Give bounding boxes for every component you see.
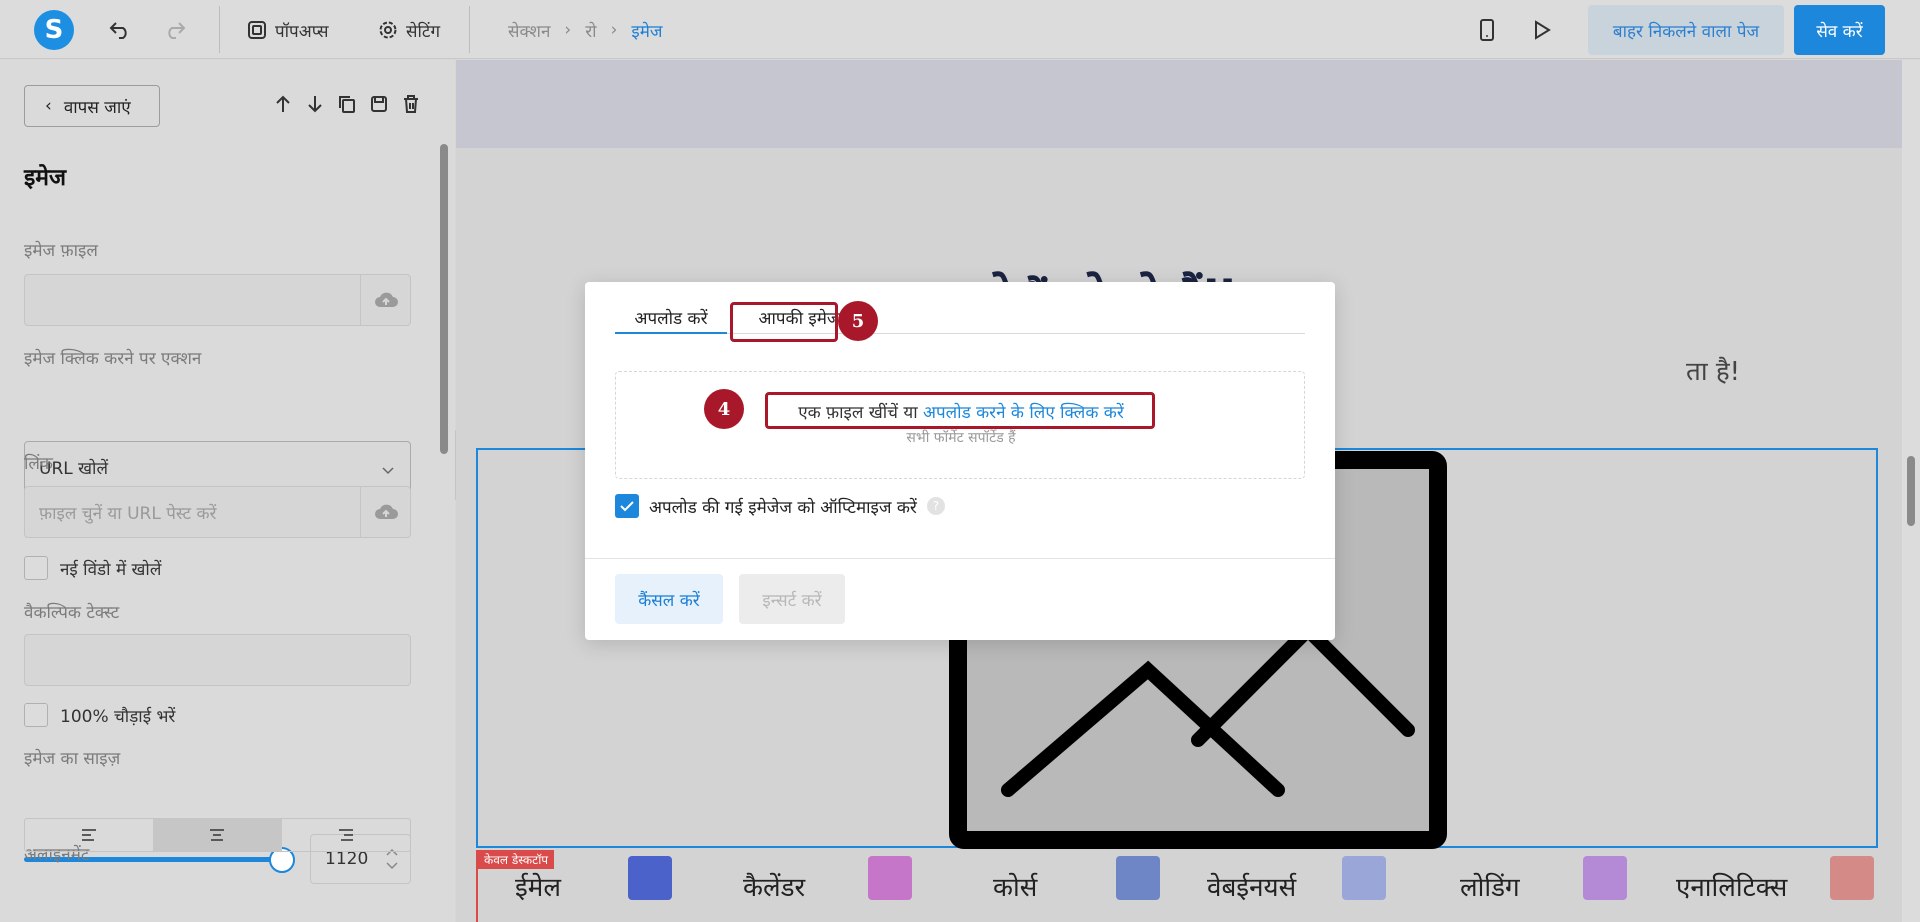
canvas-scrollbar[interactable] bbox=[1902, 60, 1920, 922]
mobile-preview-icon[interactable] bbox=[1474, 17, 1500, 43]
breadcrumb-image[interactable]: इमेज bbox=[631, 19, 662, 42]
section-band bbox=[456, 60, 1902, 148]
checkbox-box[interactable] bbox=[24, 556, 48, 580]
alt-text-label: वैकल्पिक टेक्स्ट bbox=[24, 603, 120, 623]
cloud-upload-icon[interactable] bbox=[360, 487, 410, 537]
help-icon[interactable]: ? bbox=[926, 497, 945, 515]
save-button[interactable]: सेव करें bbox=[1794, 5, 1885, 55]
trash-icon[interactable] bbox=[400, 93, 422, 115]
breadcrumb: सेक्शन › रो › इमेज bbox=[508, 18, 663, 42]
undo-icon[interactable] bbox=[107, 17, 133, 43]
desktop-only-badge: केवल डेस्कटॉप bbox=[478, 850, 555, 869]
panel-title: इमेज bbox=[24, 165, 67, 191]
step-marker-5: 5 bbox=[838, 301, 878, 341]
chevron-right-icon: › bbox=[610, 20, 618, 40]
align-right-icon[interactable] bbox=[282, 819, 410, 851]
arrow-down-icon[interactable] bbox=[304, 93, 326, 115]
top-toolbar: S पॉपअप्स सेटिंग सेक्शन › रो › इमेज बाहर… bbox=[0, 0, 1920, 59]
panel-scrollbar-thumb[interactable] bbox=[440, 144, 448, 454]
callout-box-4 bbox=[765, 392, 1155, 429]
link-label: लिंक bbox=[24, 454, 53, 474]
book-icon bbox=[1116, 856, 1160, 900]
exit-page-button[interactable]: बाहर निकलने वाला पेज bbox=[1588, 5, 1784, 55]
back-label: वापस जाएं bbox=[63, 97, 131, 118]
strip-item-webinars: वेबईनयर्स bbox=[1207, 873, 1297, 903]
cloud-upload-icon[interactable] bbox=[360, 275, 410, 325]
dialog-tabs: अपलोड करें आपकी इमेज bbox=[615, 302, 1305, 334]
tab-upload[interactable]: अपलोड करें bbox=[615, 302, 727, 334]
popups-label: पॉपअप्स bbox=[275, 21, 329, 42]
image-upload-dialog: अपलोड करें आपकी इमेज 5 एक फ़ाइल खींचें य… bbox=[585, 282, 1335, 640]
strip-item-analytics: एनालिटिक्स bbox=[1676, 873, 1788, 903]
optimize-checkbox[interactable] bbox=[615, 494, 639, 518]
optimize-label: अपलोड की गई इमेजेज को ऑप्टिमाइज करें bbox=[649, 497, 917, 518]
step-marker-4: 4 bbox=[704, 389, 744, 429]
copy-icon[interactable] bbox=[336, 93, 358, 115]
dropzone-subtext: सभी फॉर्मेट सपॉर्टेड हैं bbox=[906, 430, 1016, 446]
callout-box-5 bbox=[730, 302, 838, 342]
calendar-icon bbox=[868, 856, 912, 900]
click-action-label: इमेज क्लिक करने पर एक्शन bbox=[24, 349, 202, 369]
back-button[interactable]: ‹ वापस जाएं bbox=[24, 85, 160, 127]
desktop-only-row[interactable]: केवल डेस्कटॉप ईमेल कैलेंडर कोर्स वेबईनयर… bbox=[476, 850, 1878, 922]
save-template-icon[interactable] bbox=[368, 93, 390, 115]
chart-board-icon bbox=[1830, 856, 1874, 900]
strip-item-course: कोर्स bbox=[993, 873, 1038, 903]
chevron-left-icon: ‹ bbox=[45, 96, 52, 116]
toolbar-divider bbox=[219, 6, 220, 53]
strip-item-loading: लोडिंग bbox=[1460, 873, 1520, 903]
align-left-icon[interactable] bbox=[25, 819, 153, 851]
optimize-option[interactable]: अपलोड की गई इमेजेज को ऑप्टिमाइज करें ? bbox=[615, 494, 945, 518]
link-placeholder: फ़ाइल चुनें या URL पेस्ट करें bbox=[39, 504, 217, 524]
image-size-label: इमेज का साइज़ bbox=[24, 749, 121, 769]
canvas-subtext: ता है! bbox=[1686, 357, 1741, 387]
dialog-divider bbox=[585, 558, 1335, 559]
breadcrumb-section[interactable]: सेक्शन bbox=[508, 19, 550, 42]
checkbox-box[interactable] bbox=[24, 703, 48, 727]
element-actions bbox=[272, 93, 422, 115]
breadcrumb-row[interactable]: रो bbox=[585, 19, 596, 42]
image-file-field[interactable] bbox=[24, 274, 411, 326]
canvas-scrollbar-thumb[interactable] bbox=[1907, 456, 1915, 526]
new-window-checkbox[interactable]: नई विंडो में खोलें bbox=[24, 556, 161, 580]
alignment-group bbox=[24, 818, 411, 852]
image-file-label: इमेज फ़ाइल bbox=[24, 241, 98, 261]
insert-button[interactable]: इन्सर्ट करें bbox=[739, 574, 845, 624]
play-icon[interactable] bbox=[1529, 17, 1555, 43]
download-icon bbox=[1583, 856, 1627, 900]
new-window-label: नई विंडो में खोलें bbox=[60, 559, 162, 580]
app-logo[interactable]: S bbox=[34, 10, 74, 50]
align-center-icon[interactable] bbox=[153, 819, 282, 851]
image-size-value: 1120 bbox=[325, 849, 369, 869]
properties-panel: ‹ वापस जाएं इमेज इमेज फ़ाइल इमेज क्लिक क… bbox=[0, 60, 455, 922]
cancel-button[interactable]: कैंसल करें bbox=[615, 574, 723, 624]
link-input[interactable]: फ़ाइल चुनें या URL पेस्ट करें bbox=[24, 486, 411, 538]
settings-button[interactable]: सेटिंग bbox=[378, 16, 440, 44]
full-width-label: 100% चौड़ाई भरें bbox=[60, 706, 176, 727]
envelope-icon bbox=[628, 856, 672, 900]
chevron-down-icon bbox=[382, 460, 394, 480]
panel-scrollbar[interactable] bbox=[438, 128, 450, 922]
strip-item-email: ईमेल bbox=[515, 873, 561, 903]
redo-icon[interactable] bbox=[162, 17, 188, 43]
chevron-right-icon: › bbox=[564, 20, 572, 40]
alt-text-input[interactable] bbox=[24, 634, 411, 686]
gear-icon bbox=[379, 21, 397, 39]
full-width-checkbox[interactable]: 100% चौड़ाई भरें bbox=[24, 703, 175, 727]
popups-button[interactable]: पॉपअप्स bbox=[247, 16, 329, 44]
strip-item-calendar: कैलेंडर bbox=[743, 873, 806, 903]
popup-icon bbox=[248, 21, 266, 39]
webinar-icon bbox=[1342, 856, 1386, 900]
arrow-up-icon[interactable] bbox=[272, 93, 294, 115]
checkmark-icon bbox=[620, 500, 634, 511]
settings-label: सेटिंग bbox=[406, 21, 441, 42]
toolbar-divider bbox=[469, 6, 470, 53]
